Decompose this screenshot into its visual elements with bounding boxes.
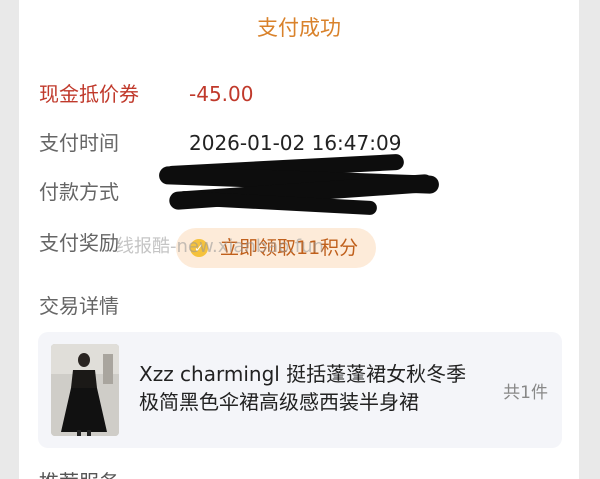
pay-time-label: 支付时间 [39, 131, 119, 155]
pay-time-value: 2026-01-02 16:47:09 [189, 131, 402, 155]
claim-points-label: 立即领取11积分 [220, 237, 359, 259]
recommended-services-title: 推荐服务 [39, 466, 119, 479]
product-count: 共1件 [503, 383, 548, 403]
claim-points-button[interactable]: ✓ 立即领取11积分 [176, 228, 376, 268]
coupon-value: -45.00 [189, 82, 254, 106]
page-title: 支付成功 [257, 16, 341, 40]
product-name: Xzz charmingl 挺括蓬蓬裙女秋冬季极简黑色伞裙高级感西装半身裙 [139, 362, 467, 414]
pay-method-label: 付款方式 [39, 180, 119, 204]
reward-label: 支付奖励 [39, 231, 119, 255]
order-detail-card: 支付成功 现金抵价券 -45.00 支付时间 2026-01-02 16:47:… [19, 0, 579, 479]
coupon-label: 现金抵价券 [39, 82, 139, 106]
product-thumbnail[interactable] [51, 344, 119, 436]
coin-icon: ✓ [190, 239, 208, 257]
transaction-details-title: 交易详情 [39, 294, 119, 318]
product-card[interactable]: Xzz charmingl 挺括蓬蓬裙女秋冬季极简黑色伞裙高级感西装半身裙 共1… [38, 332, 562, 448]
